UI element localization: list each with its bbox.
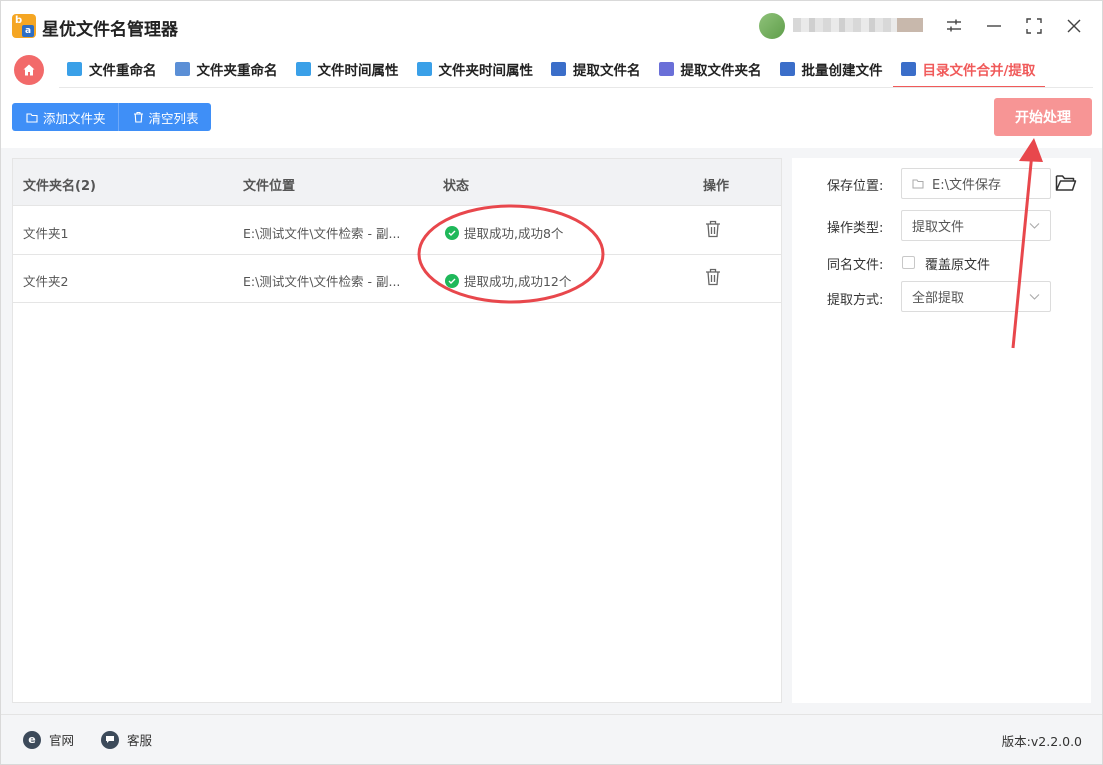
tab-divider (59, 87, 1093, 88)
tab-file-time[interactable]: 文件时间属性 (288, 51, 409, 87)
support-label: 客服 (127, 733, 153, 748)
overwrite-label: 覆盖原文件 (925, 258, 991, 273)
app-logo-icon: b a (12, 14, 36, 38)
extract-foldername-icon (658, 62, 674, 76)
save-location-label: 保存位置: (827, 179, 884, 194)
save-location-input[interactable]: E:\文件保存 (901, 168, 1051, 199)
chevron-down-icon (1029, 294, 1040, 300)
settings-sliders-icon[interactable] (941, 13, 967, 39)
table-row[interactable]: 文件夹2 E:\测试文件\文件检索 - 副... 提取成功,成功12个 (13, 255, 781, 303)
tab-extract-foldername[interactable]: 提取文件夹名 (651, 51, 772, 87)
tab-folder-time[interactable]: 文件夹时间属性 (409, 51, 544, 87)
trash-icon (133, 111, 143, 123)
user-avatar[interactable] (759, 13, 785, 39)
chevron-down-icon (1029, 223, 1040, 229)
file-time-icon (295, 62, 311, 76)
tab-label: 提取文件名 (573, 63, 641, 79)
tab-label: 文件重命名 (89, 63, 157, 79)
folder-icon (26, 112, 38, 123)
logo-letter-a: a (22, 25, 34, 37)
folder-time-icon (416, 62, 432, 76)
extract-mode-label: 提取方式: (827, 293, 884, 308)
settings-panel: 保存位置: E:\文件保存 操作类型: 提取文件 同名文件: 覆盖原文件 提取方… (792, 158, 1091, 703)
row-folder-name: 文件夹2 (23, 274, 69, 289)
row-location: E:\测试文件\文件检索 - 副... (243, 274, 401, 289)
row-status: 提取成功,成功8个 (445, 223, 563, 242)
app-window: b a 星优文件名管理器 文件重命名 文件夹重命名 文件时间属性 文件夹时间属性… (0, 0, 1103, 765)
browse-folder-icon[interactable] (1055, 173, 1077, 197)
version-text: 版本:v2.2.0.0 (1001, 734, 1082, 749)
tab-folder-rename[interactable]: 文件夹重命名 (167, 51, 288, 87)
table-row[interactable]: 文件夹1 E:\测试文件\文件检索 - 副... 提取成功,成功8个 (13, 207, 781, 255)
folder-table: 文件夹名(2) 文件位置 状态 操作 文件夹1 E:\测试文件\文件检索 - 副… (12, 158, 782, 703)
op-type-label: 操作类型: (827, 221, 884, 236)
add-folder-label: 添加文件夹 (43, 110, 106, 126)
browser-e-icon: e (23, 730, 41, 749)
tab-file-rename[interactable]: 文件重命名 (59, 51, 167, 87)
extract-mode-select[interactable]: 全部提取 (901, 281, 1051, 312)
tab-label: 文件时间属性 (317, 63, 399, 79)
website-label: 官网 (49, 733, 75, 748)
row-status: 提取成功,成功12个 (445, 271, 571, 290)
tab-bar: 文件重命名 文件夹重命名 文件时间属性 文件夹时间属性 提取文件名 提取文件夹名… (59, 51, 1046, 88)
file-rename-icon (67, 62, 82, 76)
header-action: 操作 (703, 179, 730, 194)
folder-outline-icon (912, 179, 924, 189)
title-bar: b a 星优文件名管理器 (1, 1, 1102, 51)
status-text: 提取成功,成功12个 (464, 274, 572, 289)
save-location-value: E:\文件保存 (932, 178, 1001, 193)
clear-list-button[interactable]: 清空列表 (118, 103, 211, 131)
clear-list-label: 清空列表 (148, 110, 199, 126)
header-location: 文件位置 (243, 179, 296, 194)
same-name-label: 同名文件: (827, 258, 884, 273)
extract-filename-icon (551, 62, 566, 76)
username-blurred (793, 18, 923, 32)
close-icon[interactable] (1061, 13, 1087, 39)
delete-row-icon[interactable] (705, 220, 721, 242)
app-title: 星优文件名管理器 (42, 20, 178, 40)
website-link[interactable]: e 官网 (23, 730, 74, 749)
row-location: E:\测试文件\文件检索 - 副... (243, 226, 401, 241)
header-status: 状态 (443, 179, 470, 194)
delete-row-icon[interactable] (705, 268, 721, 290)
table-header: 文件夹名(2) 文件位置 状态 操作 (13, 159, 781, 206)
home-icon[interactable] (14, 55, 44, 85)
tab-merge-extract[interactable]: 目录文件合并/提取 (892, 51, 1046, 88)
folder-rename-icon (174, 62, 190, 76)
success-check-icon (445, 273, 459, 288)
overwrite-checkbox[interactable] (902, 256, 915, 269)
maximize-icon[interactable] (1021, 13, 1047, 39)
op-type-value: 提取文件 (912, 220, 965, 235)
extract-mode-value: 全部提取 (912, 291, 965, 306)
toolbar: 添加文件夹 清空列表 (12, 103, 211, 131)
chat-bubble-icon (101, 730, 119, 749)
footer: e 官网 客服 版本:v2.2.0.0 (1, 714, 1102, 764)
op-type-select[interactable]: 提取文件 (901, 210, 1051, 241)
merge-extract-icon (900, 62, 916, 76)
batch-create-icon (779, 62, 795, 76)
tab-extract-filename[interactable]: 提取文件名 (543, 51, 651, 87)
logo-letter-b: b (15, 15, 23, 26)
success-check-icon (445, 225, 459, 240)
minimize-icon[interactable] (981, 13, 1007, 39)
support-link[interactable]: 客服 (101, 730, 152, 749)
row-folder-name: 文件夹1 (23, 226, 69, 241)
tab-label: 文件夹重命名 (196, 63, 278, 79)
status-text: 提取成功,成功8个 (464, 226, 564, 241)
tab-batch-create[interactable]: 批量创建文件 (772, 51, 893, 87)
add-folder-button[interactable]: 添加文件夹 (12, 103, 119, 131)
header-folder-name: 文件夹名(2) (23, 179, 96, 194)
start-processing-button[interactable]: 开始处理 (994, 98, 1092, 136)
tab-label: 批量创建文件 (801, 63, 883, 79)
tab-label: 提取文件夹名 (680, 63, 762, 79)
tab-label: 目录文件合并/提取 (922, 63, 1036, 79)
tab-label: 文件夹时间属性 (438, 63, 534, 79)
